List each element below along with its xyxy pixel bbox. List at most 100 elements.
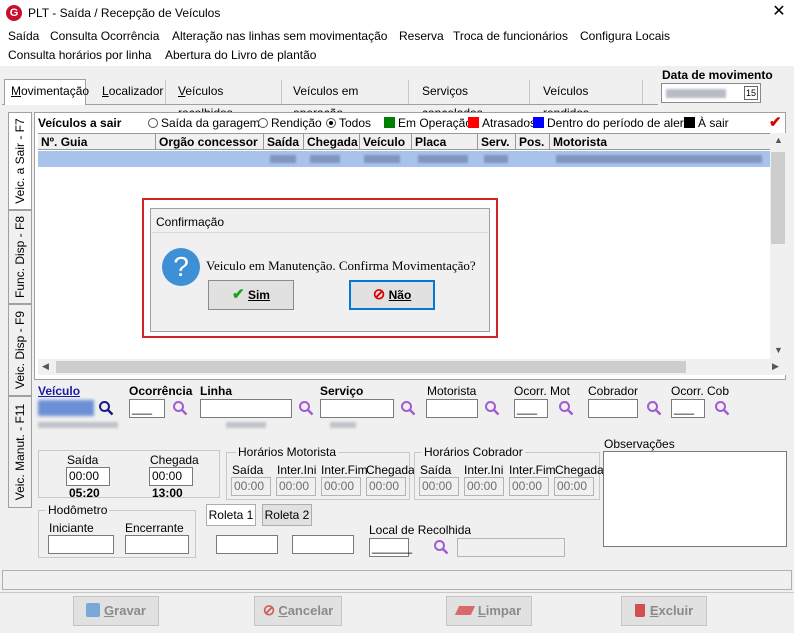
hc-chegada-input[interactable]: 00:00 — [554, 477, 594, 496]
motorista-label: Motorista — [427, 384, 477, 398]
veiculo-field-redacted[interactable] — [38, 400, 94, 416]
excluir-button[interactable]: Excluir — [621, 596, 707, 626]
hm-chegada-input[interactable]: 00:00 — [366, 477, 406, 496]
app-logo-icon: G — [6, 5, 22, 21]
saida-input[interactable]: 00:00 — [66, 467, 110, 486]
hc-saida-input[interactable]: 00:00 — [419, 477, 459, 496]
tab-roleta-1[interactable]: Roleta 1 — [206, 504, 256, 526]
radio-todos[interactable]: Todos — [326, 116, 371, 130]
linha-label: Linha — [200, 384, 232, 398]
local-recolhida-label: Local de Recolhida — [369, 523, 472, 537]
iniciante-label: Iniciante — [49, 521, 94, 535]
col-veiculo[interactable]: Veículo — [360, 134, 412, 150]
search-icon[interactable] — [98, 400, 114, 416]
col-saida[interactable]: Saída — [264, 134, 304, 150]
radio-saida-garagem[interactable]: Saída da garagem — [148, 116, 260, 130]
vtab-veic-manut[interactable]: Veic. Manut. - F11 — [8, 396, 32, 508]
iniciante-input[interactable] — [48, 535, 114, 554]
vertical-scroll-thumb[interactable] — [771, 152, 785, 244]
tab-servicos-cancelados[interactable]: Serviços cancelados — [416, 80, 530, 120]
gravar-button[interactable]: Gravar — [73, 596, 159, 626]
ocorrencia-input[interactable]: ___ — [129, 399, 165, 418]
servico-input[interactable] — [320, 399, 394, 418]
vtab-func-disp[interactable]: Func. Disp - F8 — [8, 210, 32, 304]
ocorr-cob-input[interactable]: ___ — [671, 399, 705, 418]
table-row[interactable] — [38, 151, 770, 167]
status-bar — [2, 570, 792, 590]
search-icon[interactable] — [298, 400, 314, 416]
hc-ini-input[interactable]: 00:00 — [464, 477, 504, 496]
scroll-right-icon[interactable]: ▶ — [772, 361, 779, 372]
local-recolhida-input[interactable]: ______ — [369, 538, 412, 557]
scroll-up-icon[interactable]: ▲ — [774, 135, 783, 145]
linha-input[interactable] — [200, 399, 292, 418]
tab-veiculos-recolhidos[interactable]: Veículos recolhidos — [172, 80, 282, 120]
search-icon[interactable] — [646, 400, 662, 416]
tab-veiculos-rendidos[interactable]: Veículos rendidos — [537, 80, 643, 120]
menu-troca-funcionarios[interactable]: Troca de funcionários — [453, 29, 568, 43]
vtab-veic-a-sair[interactable]: Veic. a Sair - F7 — [8, 112, 32, 210]
menu-abertura-livro[interactable]: Abertura do Livro de plantão — [165, 48, 316, 62]
hodometro-title: Hodômetro — [46, 503, 110, 517]
hc-fim-input[interactable]: 00:00 — [509, 477, 549, 496]
hm-saida-input[interactable]: 00:00 — [231, 477, 271, 496]
veiculo-label: Veículo — [38, 384, 81, 398]
col-motorista[interactable]: Motorista — [550, 134, 770, 150]
date-input[interactable]: 15 — [661, 83, 761, 103]
tab-roleta-2[interactable]: Roleta 2 — [262, 504, 312, 526]
tab-movimentacao[interactable]: Movimentação — [4, 79, 89, 105]
no-button[interactable]: ⊘ Não — [349, 280, 435, 310]
roleta-final-input[interactable] — [292, 535, 354, 554]
tab-veiculos-em-operacao[interactable]: Veículos em operação — [287, 80, 409, 120]
col-orgao[interactable]: Orgão concessor — [156, 134, 264, 150]
hc-saida-label: Saída — [420, 463, 452, 477]
scroll-down-icon[interactable]: ▼ — [774, 345, 783, 355]
col-chegada[interactable]: Chegada — [304, 134, 360, 150]
menu-consulta-horarios[interactable]: Consulta horários por linha — [8, 48, 151, 62]
tab-localizador[interactable]: Localizador — [96, 80, 166, 104]
limpar-button[interactable]: Limpar — [446, 596, 532, 626]
cobrador-input[interactable] — [588, 399, 638, 418]
search-icon[interactable] — [172, 400, 188, 416]
menu-reserva[interactable]: Reserva — [399, 29, 444, 43]
scroll-left-icon[interactable]: ◀ — [42, 361, 49, 372]
check-icon[interactable]: ✔ — [769, 113, 782, 131]
cell-redacted — [270, 155, 296, 163]
search-icon[interactable] — [400, 400, 416, 416]
hm-fim-input[interactable]: 00:00 — [321, 477, 361, 496]
cell-redacted — [310, 155, 340, 163]
vtab-veic-disp[interactable]: Veic. Disp - F9 — [8, 304, 32, 396]
horizontal-scroll-thumb[interactable] — [56, 361, 686, 373]
search-icon[interactable] — [714, 400, 730, 416]
close-icon[interactable]: ✕ — [768, 2, 790, 22]
col-placa[interactable]: Placa — [412, 134, 478, 150]
roleta-inicial-input[interactable] — [216, 535, 278, 554]
hm-chegada-label: Chegada — [366, 463, 415, 477]
menu-saida[interactable]: Saída — [8, 29, 39, 43]
hm-ini-input[interactable]: 00:00 — [276, 477, 316, 496]
col-serv[interactable]: Serv. — [478, 134, 516, 150]
calendar-icon[interactable]: 15 — [744, 86, 758, 100]
yes-button[interactable]: ✔ Sim — [208, 280, 294, 310]
cell-redacted — [484, 155, 508, 163]
question-icon: ? — [162, 248, 200, 286]
col-pos[interactable]: Pos. — [516, 134, 550, 150]
cancelar-button[interactable]: ⊘ Cancelar — [254, 596, 342, 626]
observacoes-textarea[interactable] — [603, 451, 787, 547]
encerrante-input[interactable] — [125, 535, 189, 554]
menu-configura-locais[interactable]: Configura Locais — [580, 29, 670, 43]
menu-alteracao-linhas[interactable]: Alteração nas linhas sem movimentação — [172, 29, 387, 43]
chegada-time: 13:00 — [152, 486, 183, 500]
col-n-guia[interactable]: Nº. Guia — [38, 134, 156, 150]
menu-consulta-ocorrencia[interactable]: Consulta Ocorrência — [50, 29, 159, 43]
search-icon[interactable] — [433, 539, 449, 555]
search-icon[interactable] — [484, 400, 500, 416]
chegada-input[interactable]: 00:00 — [149, 467, 193, 486]
ocorr-mot-input[interactable]: ___ — [514, 399, 548, 418]
motorista-input[interactable] — [426, 399, 478, 418]
search-icon[interactable] — [558, 400, 574, 416]
encerrante-label: Encerrante — [125, 521, 184, 535]
menu-bar: Saída Consulta Ocorrência Alteração nas … — [0, 26, 794, 66]
radio-rendicao[interactable]: Rendição — [258, 116, 322, 130]
servico-desc-redacted — [330, 422, 356, 428]
